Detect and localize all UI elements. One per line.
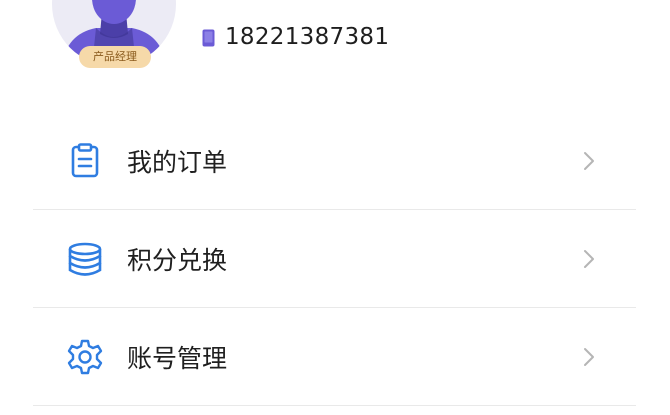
phone-row: 18221387381 — [202, 22, 389, 52]
menu-item-account-management[interactable]: 账号管理 — [33, 308, 636, 406]
menu-item-points-exchange[interactable]: 积分兑换 — [33, 210, 636, 308]
menu-item-orders[interactable]: 我的订单 — [33, 112, 636, 210]
profile-header: 产品经理 18221387381 — [0, 0, 670, 90]
chevron-right-icon — [584, 151, 594, 170]
chevron-right-icon — [584, 249, 594, 268]
avatar[interactable]: 产品经理 — [52, 0, 176, 68]
menu-item-label: 账号管理 — [127, 343, 228, 373]
phone-number: 18221387381 — [225, 24, 390, 50]
menu-item-label: 我的订单 — [127, 147, 228, 177]
menu-item-label: 积分兑换 — [127, 245, 228, 275]
chevron-right-icon — [584, 347, 594, 366]
clipboard-icon — [71, 142, 99, 177]
coins-stack-icon — [68, 242, 102, 276]
phone-icon — [202, 29, 215, 47]
role-badge: 产品经理 — [79, 46, 151, 68]
menu-list: 我的订单 积分兑换 账号管理 — [33, 112, 636, 406]
gear-icon — [67, 339, 103, 374]
